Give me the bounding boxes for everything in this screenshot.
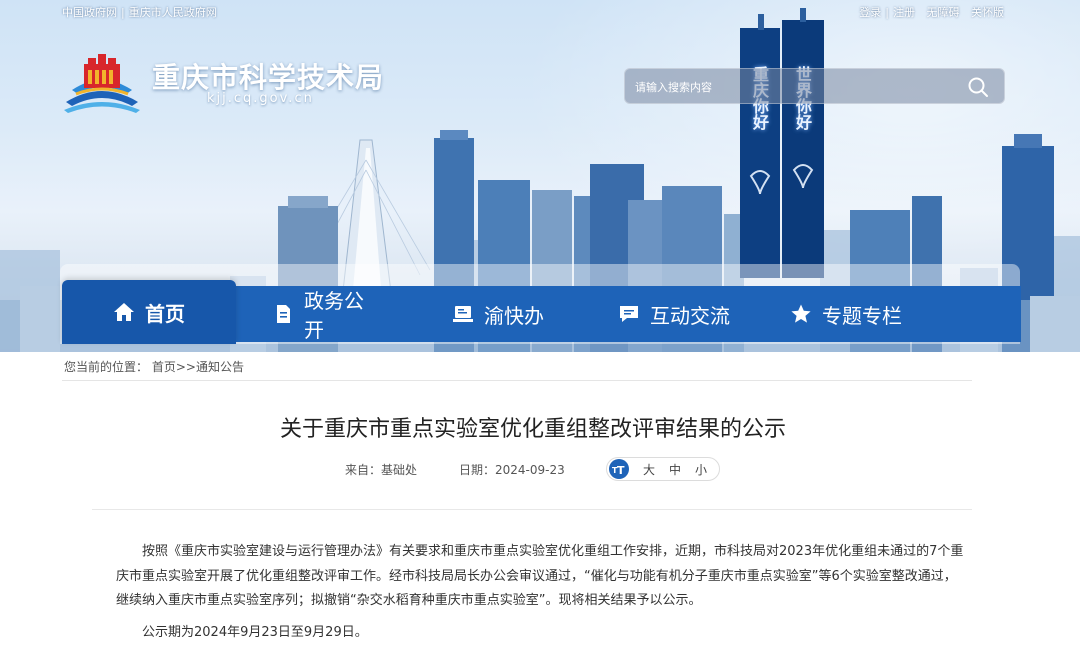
nav-item-special-topics[interactable]: 专题专栏 — [790, 286, 902, 342]
font-size-small-button[interactable]: 小 — [695, 461, 707, 478]
home-icon — [113, 301, 135, 323]
source-value: 基础处 — [381, 463, 418, 477]
article-paragraph: 按照《重庆市实验室建设与运行管理办法》有关要求和重庆市重点实验室优化重组工作安排… — [116, 544, 964, 608]
main-navigation: 首页 政务公开 渝快办 互动交流 专题专栏 — [62, 280, 1021, 344]
source-label: 来自： — [345, 463, 382, 477]
nav-item-home[interactable]: 首页 — [62, 280, 236, 344]
site-title[interactable]: 重庆市科学技术局 — [152, 56, 384, 96]
desk-icon — [452, 303, 474, 325]
article-date: 日期：2024-09-23 — [459, 461, 565, 478]
nav-item-label: 政务公开 — [304, 289, 364, 342]
breadcrumb: 您当前的位置： 首页>>通知公告 — [64, 358, 244, 375]
link-accessibility[interactable]: 无障碍 — [927, 6, 960, 19]
document-icon — [272, 303, 294, 325]
separator: | — [121, 6, 125, 19]
search-box — [624, 68, 1005, 104]
divider — [62, 380, 972, 381]
nav-item-label: 专题专栏 — [822, 303, 902, 328]
link-china-gov[interactable]: 中国政府网 — [62, 6, 117, 19]
search-button[interactable] — [966, 75, 990, 99]
date-label: 日期： — [459, 463, 496, 477]
nav-item-yukuaiban[interactable]: 渝快办 — [452, 286, 544, 342]
link-elderly-mode[interactable]: 关怀版 — [971, 6, 1004, 19]
header-banner: 重庆你好 世界你好 中国政府网|重庆市人民政府网 登录|注册 无障碍 关怀版 重… — [0, 0, 1080, 352]
article-paragraph: 公示期为2024年9月23日至9月29日。 — [142, 625, 368, 640]
link-chongqing-gov[interactable]: 重庆市人民政府网 — [129, 6, 217, 19]
search-input[interactable] — [635, 77, 955, 97]
site-logo-emblem-icon[interactable] — [62, 50, 142, 114]
chat-icon — [618, 303, 640, 325]
site-domain: kjj.cq.gov.cn — [207, 91, 314, 106]
nav-item-label: 首页 — [145, 301, 185, 326]
top-utility-bar: 中国政府网 | 重庆市人民政府网 登录 | 注册 无障碍 关怀版 — [0, 0, 1080, 22]
nav-item-label: 互动交流 — [650, 303, 730, 328]
breadcrumb-separator: >> — [175, 360, 196, 374]
svg-text:T: T — [617, 464, 625, 475]
twin-towers — [740, 8, 824, 278]
breadcrumb-current-link[interactable]: 通知公告 — [196, 360, 244, 374]
article-title: 关于重庆市重点实验室优化重组整改评审结果的公示 — [279, 417, 786, 442]
link-register[interactable]: 注册 — [893, 6, 915, 19]
search-icon — [968, 77, 988, 97]
nav-item-label: 渝快办 — [484, 303, 544, 328]
divider — [92, 509, 972, 510]
nav-item-government-affairs[interactable]: 政务公开 — [272, 286, 382, 342]
font-size-switcher: TT 大 中 小 — [606, 457, 720, 481]
star-icon — [790, 303, 812, 325]
nav-item-interaction[interactable]: 互动交流 — [618, 286, 730, 342]
breadcrumb-home-link[interactable]: 首页 — [152, 360, 176, 374]
font-size-icon: TT — [609, 459, 629, 479]
date-value: 2024-09-23 — [495, 463, 565, 477]
font-size-medium-button[interactable]: 中 — [669, 461, 681, 478]
article-source: 来自：基础处 — [345, 461, 417, 478]
separator: | — [885, 6, 889, 19]
font-size-large-button[interactable]: 大 — [643, 461, 655, 478]
breadcrumb-prefix: 您当前的位置： — [64, 360, 149, 374]
link-login[interactable]: 登录 — [859, 6, 881, 19]
